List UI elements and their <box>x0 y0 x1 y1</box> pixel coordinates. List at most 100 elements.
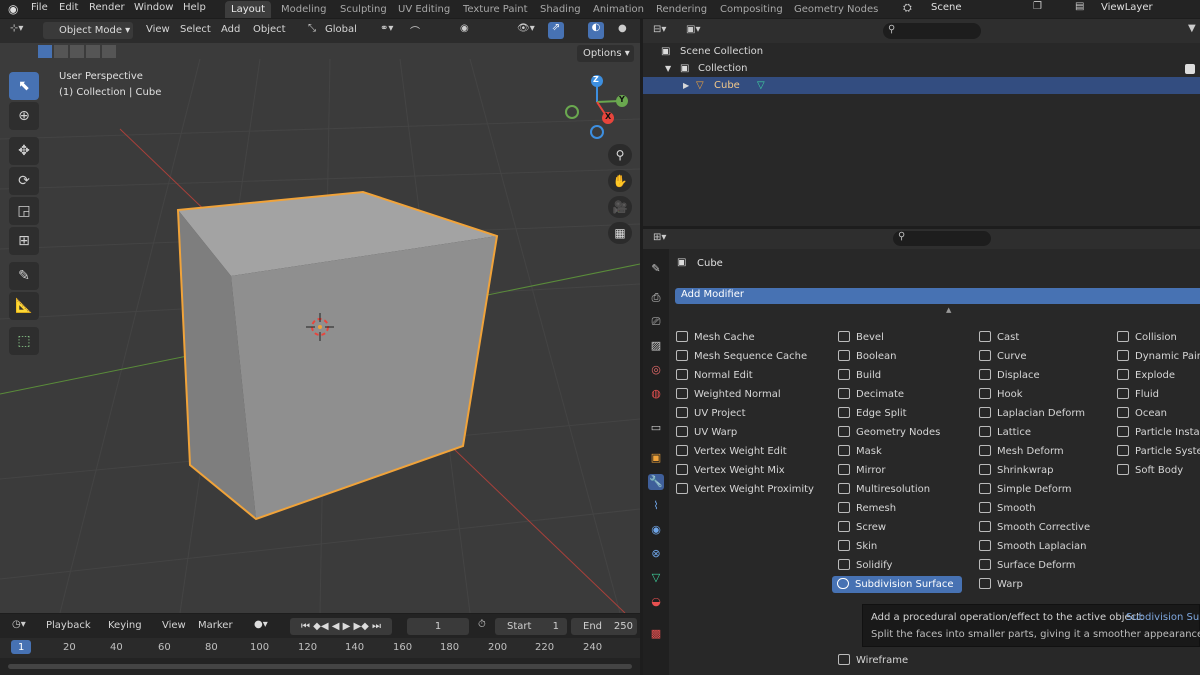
menu-add[interactable]: Add <box>221 24 240 35</box>
menu-select[interactable]: Select <box>180 24 211 35</box>
proportional-edit-icon[interactable]: ◉ <box>460 23 469 34</box>
properties-editor-icon[interactable]: ⊞▾ <box>653 232 666 243</box>
modifier-item-particle-instance[interactable]: Particle Instance <box>1117 424 1200 441</box>
display-mode-icon[interactable]: ▣▾ <box>686 24 700 35</box>
expand-chevron-icon[interactable]: ▶ <box>683 77 689 94</box>
current-frame-field[interactable]: 1 <box>407 618 469 635</box>
overlay-toggle-icon[interactable]: ◐ <box>588 22 604 39</box>
modifier-item-mirror[interactable]: Mirror <box>838 462 968 479</box>
zoom-button[interactable]: ⚲ <box>608 144 632 166</box>
gizmo-z-label[interactable]: Z <box>593 75 599 84</box>
menu-keying[interactable]: Keying <box>108 620 142 631</box>
modifier-item-bevel[interactable]: Bevel <box>838 329 968 346</box>
modifier-item-geometry-nodes[interactable]: Geometry Nodes <box>838 424 968 441</box>
visibility-icon[interactable]: 👁▾ <box>517 23 535 34</box>
modifier-item-simple-deform[interactable]: Simple Deform <box>979 481 1109 498</box>
modifier-item-vertex-weight-proximity[interactable]: Vertex Weight Proximity <box>676 481 826 498</box>
modifier-item-collision[interactable]: Collision <box>1117 329 1200 346</box>
menu-view[interactable]: View <box>146 24 170 35</box>
timeline-editor-icon[interactable]: ◷▾ <box>12 619 26 630</box>
modifier-item-hook[interactable]: Hook <box>979 386 1109 403</box>
timeline-scrollbar[interactable] <box>8 664 632 669</box>
view-layer-tab-icon[interactable]: ▨ <box>648 338 664 354</box>
properties-search-input[interactable]: ⚲ <box>893 231 991 246</box>
select-mode-boxes[interactable] <box>38 45 130 59</box>
world-tab-icon[interactable]: ◍ <box>648 386 664 402</box>
tab-sculpting[interactable]: Sculpting <box>334 1 393 18</box>
start-frame-field[interactable]: Start 1 <box>495 618 567 635</box>
collection-tab-icon[interactable]: ▭ <box>648 420 664 436</box>
blender-logo-icon[interactable]: ◉ <box>8 2 18 16</box>
modifier-item-cast[interactable]: Cast <box>979 329 1109 346</box>
modifier-item-mesh-sequence-cache[interactable]: Mesh Sequence Cache <box>676 348 826 365</box>
modifier-item-warp[interactable]: Warp <box>979 576 1109 593</box>
editor-type-icon[interactable]: ⊹▾ <box>10 23 23 34</box>
outliner-row-cube[interactable]: ▶ ▽ Cube ▽ <box>643 77 1200 94</box>
select-box-tool[interactable]: ⬉ <box>9 72 39 100</box>
view-layer-icon[interactable]: ▤ <box>1075 1 1084 12</box>
render-tab-icon[interactable]: ⎙ <box>648 290 664 306</box>
tool-tab-icon[interactable]: ✎ <box>648 261 664 277</box>
modifier-item-remesh[interactable]: Remesh <box>838 500 968 517</box>
scene-tab-icon[interactable]: ◎ <box>648 362 664 378</box>
gizmo-toggle-icon[interactable]: ⇗ <box>548 22 564 39</box>
menu-playback[interactable]: Playback <box>46 620 91 631</box>
particles-tab-icon[interactable]: ⌇ <box>648 498 664 514</box>
record-icon[interactable]: ●▾ <box>254 619 268 630</box>
orientation-selector[interactable]: Global <box>325 24 357 35</box>
texture-tab-icon[interactable]: ▩ <box>648 626 664 642</box>
modifier-item-surface-deform[interactable]: Surface Deform <box>979 557 1109 574</box>
gizmo-y-label[interactable]: Y <box>619 95 625 104</box>
modifier-item-normal-edit[interactable]: Normal Edit <box>676 367 826 384</box>
move-tool[interactable]: ✥ <box>9 137 39 165</box>
exclude-checkbox[interactable] <box>1185 64 1195 74</box>
add-modifier-button[interactable]: Add Modifier <box>675 288 1200 304</box>
stopwatch-icon[interactable]: ⏱ <box>478 619 486 630</box>
modifier-item-boolean[interactable]: Boolean <box>838 348 968 365</box>
camera-view-button[interactable]: 🎥 <box>608 196 632 218</box>
modifier-item-vertex-weight-mix[interactable]: Vertex Weight Mix <box>676 462 826 479</box>
menu-timeline-view[interactable]: View <box>162 620 186 631</box>
transform-tool[interactable]: ⊞ <box>9 227 39 255</box>
3d-viewport[interactable]: Z Y X User Perspective (1) Collection | … <box>0 19 640 613</box>
modifier-item-uv-warp[interactable]: UV Warp <box>676 424 826 441</box>
outliner-row-scene-collection[interactable]: ▣ Scene Collection <box>643 43 1200 60</box>
pivot-icon[interactable]: ⚭▾ <box>380 23 393 34</box>
scene-icon[interactable]: ⛭ <box>903 1 912 15</box>
scale-tool[interactable]: ◲ <box>9 197 39 225</box>
tab-animation[interactable]: Animation <box>587 1 650 18</box>
modifier-item-dynamic-paint[interactable]: Dynamic Paint <box>1117 348 1200 365</box>
modifier-item-particle-system[interactable]: Particle System <box>1117 443 1200 460</box>
modifier-item-smooth[interactable]: Smooth <box>979 500 1109 517</box>
modifier-item-curve[interactable]: Curve <box>979 348 1109 365</box>
cursor-tool[interactable]: ⊕ <box>9 102 39 130</box>
scroll-up-icon[interactable]: ▲ <box>946 306 951 314</box>
object-tab-icon[interactable]: ▣ <box>648 450 664 466</box>
physics-tab-icon[interactable]: ◉ <box>648 522 664 538</box>
modifier-item-edge-split[interactable]: Edge Split <box>838 405 968 422</box>
modifier-item-multiresolution[interactable]: Multiresolution <box>838 481 968 498</box>
menu-marker[interactable]: Marker <box>198 620 233 631</box>
tab-texture-paint[interactable]: Texture Paint <box>457 1 534 18</box>
shading-solid-icon[interactable]: ● <box>618 23 627 34</box>
snap-icon[interactable]: ⌒ <box>410 23 420 38</box>
menu-render[interactable]: Render <box>89 2 125 13</box>
tab-modeling[interactable]: Modeling <box>275 1 333 18</box>
modifier-item-screw[interactable]: Screw <box>838 519 968 536</box>
gizmo-x-label[interactable]: X <box>605 112 611 121</box>
modifier-item-laplacian-deform[interactable]: Laplacian Deform <box>979 405 1109 422</box>
menu-help[interactable]: Help <box>183 2 206 13</box>
output-tab-icon[interactable]: ⎚ <box>648 314 664 330</box>
tab-rendering[interactable]: Rendering <box>650 1 713 18</box>
menu-edit[interactable]: Edit <box>59 2 78 13</box>
rotate-tool[interactable]: ⟳ <box>9 167 39 195</box>
measure-tool[interactable]: 📐 <box>9 292 39 320</box>
menu-window[interactable]: Window <box>134 2 173 13</box>
menu-file[interactable]: File <box>31 2 48 13</box>
options-dropdown[interactable]: Options ▾ <box>577 45 634 62</box>
modifier-item-mesh-cache[interactable]: Mesh Cache <box>676 329 826 346</box>
outliner-row-collection[interactable]: ▼ ▣ Collection <box>643 60 1200 77</box>
modifier-item-soft-body[interactable]: Soft Body <box>1117 462 1200 479</box>
tab-compositing[interactable]: Compositing <box>714 1 789 18</box>
modifier-item-shrinkwrap[interactable]: Shrinkwrap <box>979 462 1109 479</box>
